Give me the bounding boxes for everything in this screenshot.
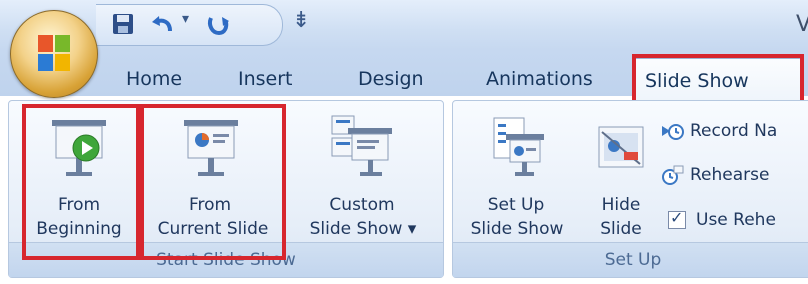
window-title: V: [796, 12, 808, 37]
record-narration-label: Record Na: [690, 121, 778, 141]
custom-line1: Custom: [329, 195, 395, 215]
slide-show-tab-highlight: [632, 54, 804, 106]
set-up-line2: Slide Show: [470, 219, 564, 239]
rehearse-timings-button[interactable]: Rehearse: [660, 164, 769, 186]
rehearse-timings-label: Rehearse: [690, 165, 770, 185]
custom-line2: Slide Show ▾: [309, 219, 417, 239]
ribbon: V ▾ ⇟ Home Insert Design Animations Slid…: [0, 0, 808, 284]
rehearse-timings-icon: [662, 165, 684, 185]
hide-slide-icon: [598, 126, 644, 168]
set-up-line1: Set Up: [487, 195, 545, 215]
tab-insert[interactable]: Insert: [238, 68, 293, 90]
custom-slide-show-icon: [331, 115, 392, 176]
undo-dropdown-icon[interactable]: ▾: [182, 11, 189, 27]
record-narration-icon: [662, 124, 684, 140]
tab-design[interactable]: Design: [358, 68, 424, 90]
from-current-highlight: [140, 104, 286, 260]
save-icon[interactable]: [112, 13, 134, 35]
undo-icon[interactable]: [150, 13, 176, 37]
office-logo-icon: [38, 35, 70, 71]
use-rehearsed-label: Use Rehe: [696, 210, 776, 230]
customize-icon[interactable]: ⇟: [292, 8, 310, 33]
record-narration-button[interactable]: Record Na: [660, 120, 777, 142]
tab-home[interactable]: Home: [126, 68, 182, 90]
group-label: Set Up: [453, 242, 808, 277]
use-rehearsed-timings-checkbox[interactable]: Use Rehe: [668, 208, 776, 230]
office-button[interactable]: [10, 10, 98, 98]
checkbox-checked-icon[interactable]: [668, 208, 686, 229]
quick-access-toolbar: ▾: [96, 4, 283, 46]
tab-animations[interactable]: Animations: [486, 68, 593, 90]
hide-slide-line1: Hide: [601, 195, 641, 215]
redo-icon[interactable]: [206, 13, 230, 37]
from-beginning-highlight: [22, 104, 140, 260]
set-up-slide-show-icon: [493, 117, 544, 176]
hide-slide-line2: Slide: [600, 219, 642, 239]
